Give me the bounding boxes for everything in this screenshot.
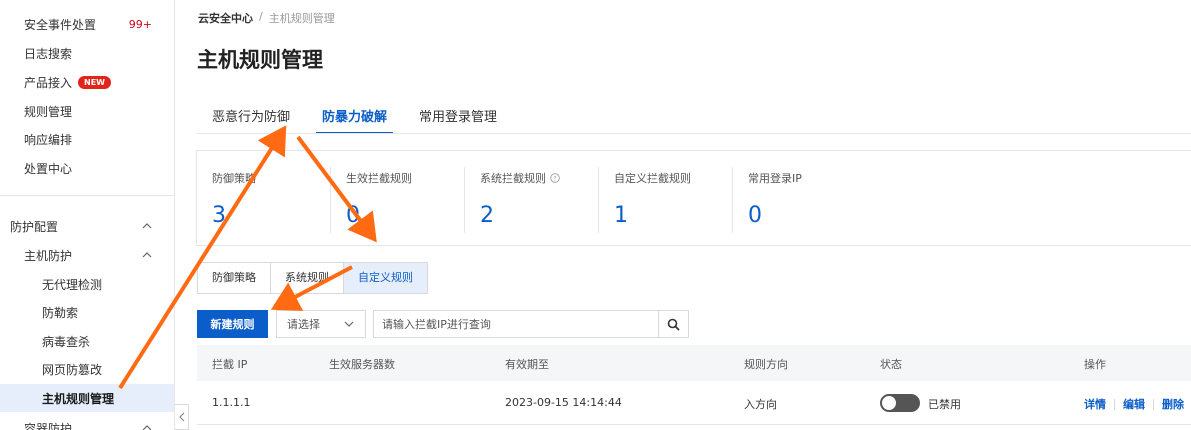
svg-text:?: ? [553,174,556,182]
stat-value[interactable]: 0 [346,203,360,228]
table-row: 1.1.1.1 2023-09-15 14:14:44 入方向 已禁用 详情 编… [197,381,1191,425]
subtab-custom-rules[interactable]: 自定义规则 [344,263,427,293]
new-badge: NEW [78,75,111,89]
stats-panel: 防御策略 3 生效拦截规则 0 系统拦截规则 ? 2 自定义拦截规则 1 常用登… [196,150,1191,246]
question-circle-icon[interactable]: ? [550,173,560,183]
chevron-up-icon [142,223,152,229]
chevron-up-icon [142,252,152,258]
cell-direction: 入方向 [744,398,777,411]
stat-label: 自定义拦截规则 [614,172,691,185]
sidebar-item-response-orchestration[interactable]: 响应编排 [0,125,174,153]
edit-link[interactable]: 编辑 [1123,396,1145,412]
select-value: 请选择 [287,318,320,331]
sidebar-divider [0,195,174,196]
breadcrumb-separator: / [259,10,263,23]
incident-count-badge: 99+ [128,17,152,31]
stat-label: 防御策略 [212,172,256,185]
cell-expires: 2023-09-15 14:14:44 [505,396,622,409]
subtab-defense-policy[interactable]: 防御策略 [198,263,271,293]
tabs-divider [196,133,1191,134]
sidebar-item-label: 主机规则管理 [42,391,115,406]
sidebar-item-log-search[interactable]: 日志搜索 [0,39,174,67]
sidebar-item-agentless-detection[interactable]: 无代理检测 [0,270,174,298]
sidebar-item-label: 处置中心 [24,161,73,176]
chevron-down-icon [344,321,354,327]
sidebar-item-host-rule-management[interactable]: 主机规则管理 [0,384,174,412]
stat-value[interactable]: 2 [480,203,494,228]
column-header-status: 状态 [880,358,902,371]
sidebar-cut-item[interactable] [24,0,104,4]
sidebar-item-anti-ransomware[interactable]: 防勒索 [0,298,174,326]
sidebar-item-virus-scan[interactable]: 病毒查杀 [0,327,174,355]
breadcrumb-root[interactable]: 云安全中心 [198,10,253,26]
sidebar-item-label: 安全事件处置 [24,17,97,32]
breadcrumb-current: 主机规则管理 [268,12,335,25]
stat-system-block-rules: 系统拦截规则 ? 2 [465,151,599,245]
sidebar-group-label: 防护配置 [10,219,59,234]
stat-defense-policy: 防御策略 3 [197,151,331,245]
subtab-group: 防御策略 系统规则 自定义规则 [197,262,428,294]
sidebar-item-label: 网页防篡改 [42,362,103,377]
details-link[interactable]: 详情 [1084,396,1106,412]
column-header-expires: 有效期至 [505,358,549,371]
toolbar: 新建规则 请选择 [197,310,689,338]
sidebar-item-rule-management[interactable]: 规则管理 [0,97,174,125]
stat-label: 常用登录IP [748,172,802,185]
stat-label: 生效拦截规则 [346,172,412,185]
stat-value[interactable]: 3 [212,203,226,228]
action-divider [1153,398,1154,410]
chevron-up-icon [142,425,152,430]
page-title: 主机规则管理 [197,48,323,72]
row-actions: 详情 编辑 删除 [1084,396,1184,412]
sidebar-item-label: 防勒索 [42,305,79,320]
sidebar-group-label: 主机防护 [24,248,73,263]
sidebar-item-web-tamper-protection[interactable]: 网页防篡改 [0,355,174,383]
tab-bar: 恶意行为防御 防暴力破解 常用登录管理 [196,98,513,134]
column-header-servers: 生效服务器数 [329,358,395,371]
status-label: 已禁用 [928,398,961,411]
sidebar-group-host-protection[interactable]: 主机防护 [0,241,174,269]
search-button[interactable] [659,310,689,338]
sidebar-item-product-access[interactable]: 产品接入 NEW [0,68,174,96]
breadcrumb: 云安全中心 / 主机规则管理 [198,10,335,26]
search-icon [667,318,680,331]
cell-ip: 1.1.1.1 [212,396,251,409]
subtab-system-rules[interactable]: 系统规则 [271,263,344,293]
stat-label: 系统拦截规则 [480,172,546,185]
sidebar-group-label: 容器防护 [24,421,73,430]
stat-value[interactable]: 0 [748,203,762,228]
sidebar-item-label: 病毒查杀 [42,334,91,349]
new-rule-button[interactable]: 新建规则 [197,310,268,338]
stat-label-row: 系统拦截规则 ? [480,170,560,186]
column-header-direction: 规则方向 [744,358,788,371]
sidebar-item-label: 产品接入 [24,75,73,90]
sidebar-item-disposal-center[interactable]: 处置中心 [0,154,174,182]
sidebar-item-label: 响应编排 [24,132,73,147]
search-input[interactable] [373,310,659,338]
sidebar-item-label: 无代理检测 [42,277,103,292]
sidebar-item-security-incidents[interactable]: 安全事件处置 99+ [0,10,174,38]
sidebar-item-label: 日志搜索 [24,46,73,61]
column-header-actions: 操作 [1084,358,1106,371]
main-content: 云安全中心 / 主机规则管理 主机规则管理 恶意行为防御 防暴力破解 常用登录管… [176,0,1191,430]
stat-active-block-rules: 生效拦截规则 0 [331,151,465,245]
stat-value[interactable]: 1 [614,203,628,228]
delete-link[interactable]: 删除 [1162,396,1184,412]
filter-select[interactable]: 请选择 [276,310,366,338]
column-header-ip: 拦截 IP [212,358,248,371]
sidebar-item-label: 规则管理 [24,104,73,119]
stat-common-login-ip: 常用登录IP 0 [733,151,867,245]
tab-common-login-management[interactable]: 常用登录管理 [403,98,513,134]
table-header: 拦截 IP 生效服务器数 有效期至 规则方向 状态 操作 [197,345,1191,381]
stat-custom-block-rules: 自定义拦截规则 1 [599,151,733,245]
sidebar-group-protection-config[interactable]: 防护配置 [0,212,174,240]
sidebar: 安全事件处置 99+ 日志搜索 产品接入 NEW 规则管理 响应编排 处置中心 … [0,0,175,430]
action-divider [1114,398,1115,410]
tab-brute-force-protection[interactable]: 防暴力破解 [306,98,403,134]
sidebar-group-container-protection[interactable]: 容器防护 [0,414,174,430]
tab-malicious-behavior-defense[interactable]: 恶意行为防御 [196,98,306,134]
status-toggle[interactable] [880,394,920,412]
